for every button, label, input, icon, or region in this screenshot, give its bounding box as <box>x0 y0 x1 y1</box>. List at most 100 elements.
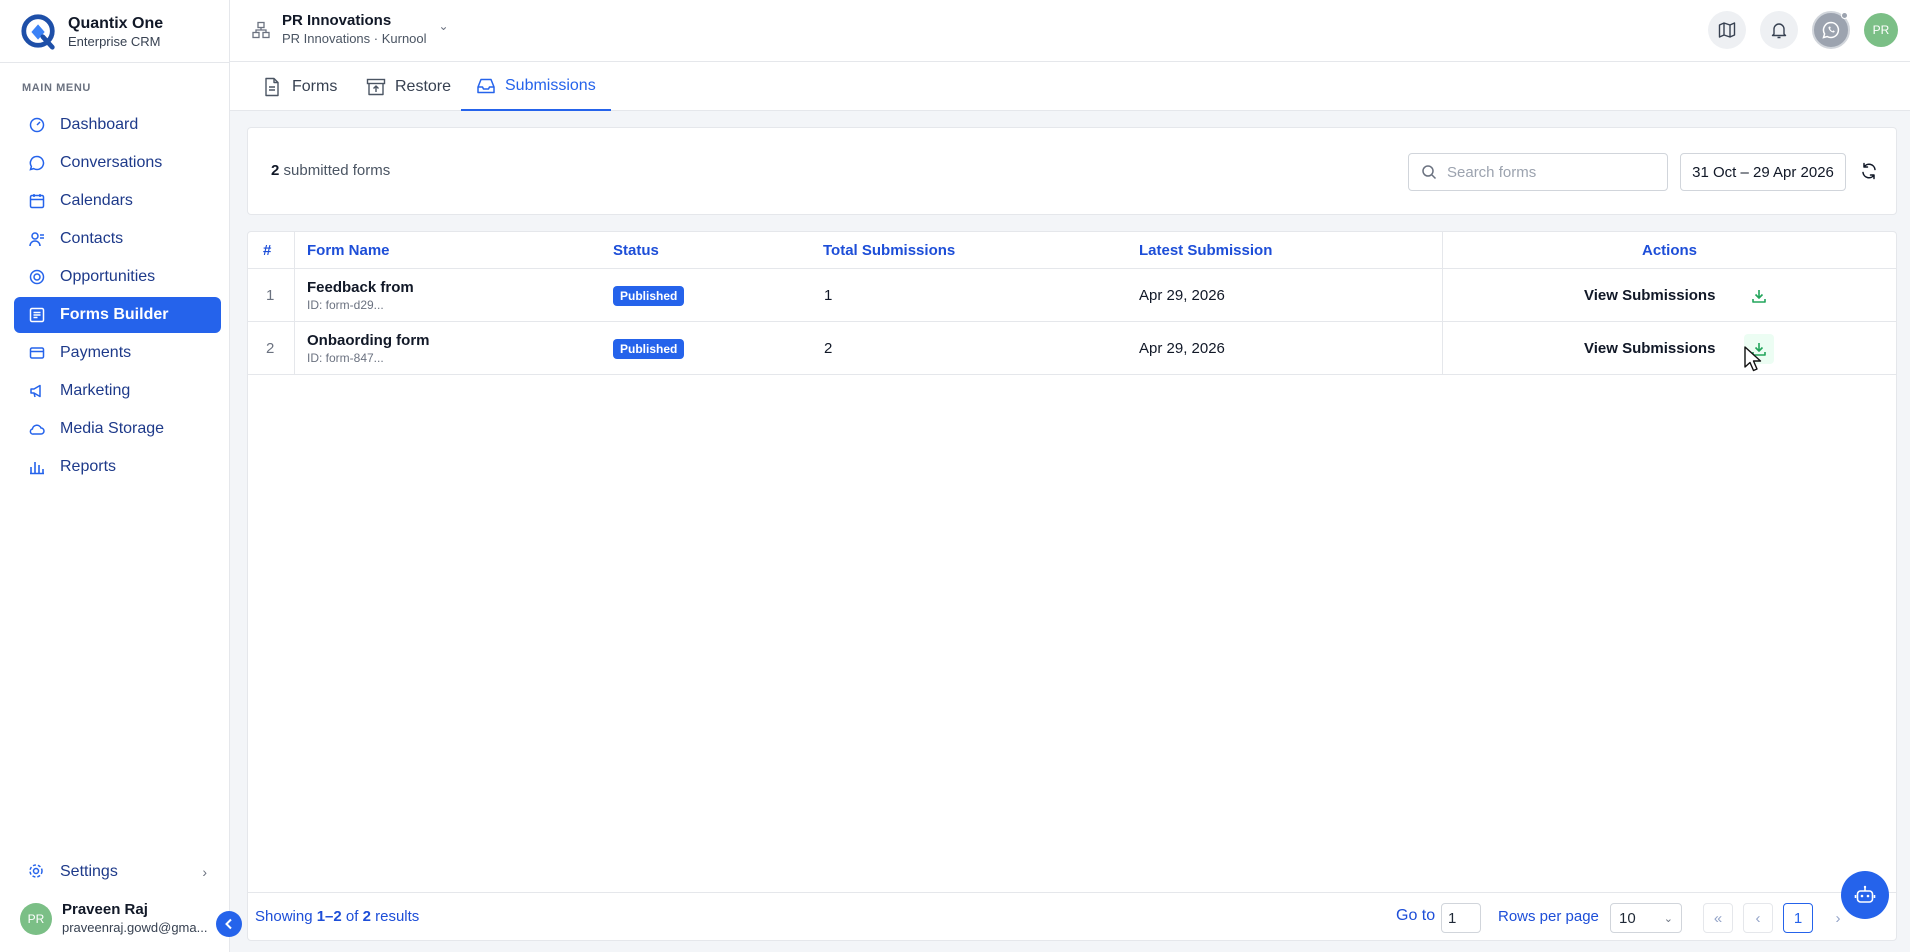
settings-label: Settings <box>60 863 118 880</box>
form-name-cell: Feedback from ID: form-d29... <box>307 269 414 322</box>
sidebar: Quantix One Enterprise CRM MAIN MENU Das… <box>0 0 230 952</box>
results-range: 1–2 <box>316 908 342 925</box>
avatar[interactable]: PR <box>1864 13 1898 47</box>
chevron-left-icon: ‹ <box>1755 909 1761 927</box>
user-profile[interactable]: PR Praveen Raj praveenraj.gowd@gma... <box>20 899 220 939</box>
form-icon <box>28 306 46 324</box>
column-header-form-name[interactable]: Form Name <box>307 232 390 269</box>
column-header-actions: Actions <box>1641 242 1697 259</box>
archive-icon <box>366 77 386 97</box>
filter-card: 2 submitted forms 31 Oct – 29 Apr 2026 <box>247 127 1897 215</box>
chatbot-button[interactable] <box>1841 871 1889 919</box>
tab-label: Forms <box>292 77 338 95</box>
column-header-status[interactable]: Status <box>613 232 659 269</box>
total-submissions: 2 <box>824 340 833 357</box>
table-header: # Form Name Status Total Submissions Lat… <box>248 232 1896 269</box>
status-cell: Published <box>613 269 685 322</box>
sidebar-item-label: Conversations <box>60 154 163 171</box>
tab-bar: Forms Restore Submissions <box>230 62 1910 111</box>
refresh-button[interactable] <box>1860 162 1880 182</box>
whatsapp-button[interactable] <box>1812 11 1850 49</box>
rows-per-page-select[interactable]: 10 ⌄ <box>1610 903 1682 933</box>
sidebar-item-media-storage[interactable]: Media Storage <box>14 411 221 447</box>
sidebar-item-label: Payments <box>60 344 132 361</box>
column-header-latest-submission[interactable]: Latest Submission <box>1139 232 1272 269</box>
row-index: 2 <box>266 340 275 357</box>
org-name: PR Innovations <box>282 12 392 29</box>
form-name[interactable]: Onbaording form <box>307 332 430 350</box>
card-icon <box>28 344 46 362</box>
sidebar-item-settings[interactable]: Settings › <box>14 854 221 890</box>
goto-page-input[interactable]: 1 <box>1441 903 1481 933</box>
tab-restore[interactable]: Restore <box>366 62 451 111</box>
avatar: PR <box>20 903 52 935</box>
collapse-sidebar-button[interactable] <box>216 911 242 937</box>
menu-heading: MAIN MENU <box>22 82 91 94</box>
download-cell <box>1744 269 1774 322</box>
map-button[interactable] <box>1708 11 1746 49</box>
top-actions: PR <box>1694 11 1898 49</box>
main-content: 2 submitted forms 31 Oct – 29 Apr 2026 #… <box>230 111 1910 952</box>
app-window: Quantix One Enterprise CRM MAIN MENU Das… <box>0 0 1910 952</box>
results-of: of <box>341 908 363 925</box>
sidebar-item-payments[interactable]: Payments <box>14 335 221 371</box>
page-button-current[interactable]: 1 <box>1783 903 1813 933</box>
robot-icon <box>1854 885 1876 903</box>
date-range-picker[interactable]: 31 Oct – 29 Apr 2026 <box>1680 153 1846 191</box>
main-menu: Dashboard Conversations Calendars Contac… <box>14 107 221 487</box>
sidebar-item-marketing[interactable]: Marketing <box>14 373 221 409</box>
org-switcher[interactable]: PR Innovations PR Innovations · Kurnool … <box>252 12 449 47</box>
search-input[interactable] <box>1447 163 1647 181</box>
search-box[interactable] <box>1408 153 1668 191</box>
chat-icon <box>28 154 46 172</box>
form-name[interactable]: Feedback from <box>307 279 414 297</box>
latest-submission: Apr 29, 2026 <box>1139 287 1225 304</box>
tab-forms[interactable]: Forms <box>263 62 337 111</box>
results-total: 2 <box>362 908 371 925</box>
user-email: praveenraj.gowd@gma... <box>62 920 208 935</box>
results-suffix: results <box>370 908 420 925</box>
sidebar-item-label: Opportunities <box>60 268 156 285</box>
download-button[interactable] <box>1744 281 1774 311</box>
first-page-button[interactable]: « <box>1703 903 1733 933</box>
form-name-cell: Onbaording form ID: form-847... <box>307 322 430 375</box>
bar-chart-icon <box>28 458 46 476</box>
view-submissions-cell: View Submissions <box>1584 322 1715 375</box>
sidebar-item-label: Media Storage <box>60 420 165 437</box>
status-dot <box>1841 12 1848 19</box>
table-row: 1 Feedback from ID: form-d29... Publishe… <box>248 269 1896 322</box>
table-footer: Showing 1–2 of 2 results Go to 1 Rows pe… <box>248 892 1896 940</box>
tab-label: Restore <box>395 77 452 95</box>
chevron-right-icon: › <box>1835 909 1841 927</box>
sidebar-item-forms-builder[interactable]: Forms Builder <box>14 297 221 333</box>
sidebar-item-reports[interactable]: Reports <box>14 449 221 485</box>
prev-page-button[interactable]: ‹ <box>1743 903 1773 933</box>
sidebar-item-dashboard[interactable]: Dashboard <box>14 107 221 143</box>
goto-label: Go to <box>1396 907 1436 924</box>
notifications-button[interactable] <box>1760 11 1798 49</box>
sidebar-item-conversations[interactable]: Conversations <box>14 145 221 181</box>
sidebar-item-opportunities[interactable]: Opportunities <box>14 259 221 295</box>
megaphone-icon <box>28 382 46 400</box>
sidebar-item-label: Dashboard <box>60 116 139 133</box>
submissions-table: # Form Name Status Total Submissions Lat… <box>247 231 1897 941</box>
view-submissions-cell: View Submissions <box>1584 269 1715 322</box>
mouse-cursor-icon <box>1744 346 1762 372</box>
bell-icon <box>1771 23 1787 39</box>
tab-submissions[interactable]: Submissions <box>461 62 611 111</box>
view-submissions-button[interactable]: View Submissions <box>1584 287 1715 304</box>
submitted-count-label: submitted forms <box>283 162 391 179</box>
chevron-down-icon: ⌄ <box>1663 912 1673 925</box>
column-header-total-submissions[interactable]: Total Submissions <box>823 232 955 269</box>
sidebar-item-calendars[interactable]: Calendars <box>14 183 221 219</box>
view-submissions-button[interactable]: View Submissions <box>1584 340 1715 357</box>
topbar: PR Innovations PR Innovations · Kurnool … <box>230 0 1910 62</box>
calendar-icon <box>28 192 46 210</box>
form-id: ID: form-d29... <box>307 297 384 312</box>
download-icon <box>1752 289 1766 303</box>
brand[interactable]: Quantix One Enterprise CRM <box>20 10 163 54</box>
sidebar-item-contacts[interactable]: Contacts <box>14 221 221 257</box>
chevron-down-icon: ⌄ <box>438 18 449 33</box>
brand-name: Quantix One <box>68 14 164 32</box>
chevron-left-icon <box>225 918 232 930</box>
